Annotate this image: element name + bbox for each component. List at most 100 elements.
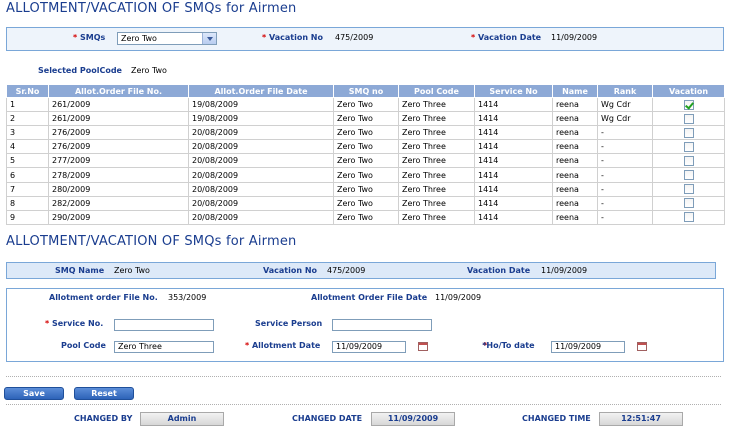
vacation-cell	[652, 111, 725, 127]
name-cell: reena	[552, 125, 598, 141]
col-file-date: Allot.Order File Date	[188, 84, 334, 98]
allotment-file-no-label: Allotment order File No.	[49, 293, 158, 302]
service-no-cell: 1414	[474, 96, 553, 113]
table-row: 8 282/2009 20/08/2009 Zero Two Zero Three 141…	[6, 195, 725, 211]
allotment-panel: Allotment order File No. 353/2009 Allotm…	[6, 288, 724, 362]
vacation-checkbox[interactable]	[683, 155, 694, 166]
service-no-cell: 1414	[474, 125, 553, 141]
calendar-icon[interactable]	[637, 342, 647, 351]
allotment-table: Sr.No Allot.Order File No. Allot.Order F…	[6, 84, 725, 225]
file-date-cell: 20/08/2009	[188, 167, 334, 183]
file-date-cell: 19/08/2009	[188, 96, 334, 113]
name-cell: reena	[552, 153, 598, 169]
name-cell: reena	[552, 209, 598, 225]
table-row: 1 261/2009 19/08/2009 Zero Two Zero Three 141…	[6, 96, 725, 113]
vacation-checkbox-checked[interactable]	[683, 99, 694, 110]
summary-vacation-date-label: Vacation Date	[467, 266, 531, 275]
file-date-cell: 20/08/2009	[188, 195, 334, 211]
allotment-file-date-label: Allotment Order File Date	[311, 293, 428, 302]
file-no-cell: 280/2009	[48, 181, 189, 197]
file-date-cell: 20/08/2009	[188, 181, 334, 197]
sr-no-cell: 6	[6, 167, 49, 183]
pool-code-cell: Zero Three	[398, 96, 475, 113]
name-cell: reena	[552, 167, 598, 183]
rank-cell: -	[597, 125, 653, 141]
ho-to-date-label: **Ho/To date	[482, 341, 535, 350]
selected-poolcode-label: Selected PoolCode	[38, 66, 122, 75]
col-service-no: Service No	[474, 84, 553, 98]
allotment-date-input[interactable]: 11/09/2009	[332, 341, 406, 353]
service-no-cell: 1414	[474, 209, 553, 225]
summary-vacation-no-value: 475/2009	[327, 266, 366, 275]
pool-code-cell: Zero Three	[398, 125, 475, 141]
file-no-cell: 261/2009	[48, 111, 189, 127]
service-person-input[interactable]	[332, 319, 432, 331]
smq-no-cell: Zero Two	[333, 125, 399, 141]
pool-code-cell: Zero Three	[398, 167, 475, 183]
divider	[6, 376, 721, 377]
pool-code-label: Pool Code	[61, 341, 106, 350]
vacation-date-label: * Vacation Date	[471, 33, 542, 42]
sr-no-cell: 2	[6, 111, 49, 127]
rank-cell: -	[597, 209, 653, 225]
smqs-label: * SMQs	[73, 33, 106, 42]
smq-name-value: Zero Two	[114, 266, 150, 275]
table-row: 7 280/2009 20/08/2009 Zero Two Zero Three 141…	[6, 181, 725, 197]
vacation-no-value: 475/2009	[335, 33, 374, 42]
sr-no-cell: 7	[6, 181, 49, 197]
vacation-cell	[652, 139, 725, 155]
selected-poolcode-value: Zero Two	[131, 66, 167, 75]
vacation-checkbox[interactable]	[683, 212, 694, 223]
pool-code-cell: Zero Three	[398, 181, 475, 197]
table-row: 4 276/2009 20/08/2009 Zero Two Zero Three 141…	[6, 139, 725, 155]
changed-by-label: CHANGED BY	[74, 414, 133, 423]
changed-time-label: CHANGED TIME	[522, 414, 591, 423]
changed-by-value: Admin	[140, 412, 224, 426]
rank-cell: -	[597, 195, 653, 211]
ho-to-date-input[interactable]: 11/09/2009	[551, 341, 625, 353]
vacation-date-value: 11/09/2009	[551, 33, 598, 42]
filter-panel: * SMQs Zero Two * Vacation No 475/2009 *…	[6, 27, 724, 51]
smq-no-cell: Zero Two	[333, 167, 399, 183]
vacation-checkbox[interactable]	[683, 127, 694, 138]
rank-cell: -	[597, 139, 653, 155]
reset-button[interactable]: Reset	[74, 387, 134, 400]
smqs-select[interactable]: Zero Two	[117, 32, 217, 45]
vacation-checkbox[interactable]	[683, 170, 694, 181]
file-no-cell: 278/2009	[48, 167, 189, 183]
sr-no-cell: 1	[6, 96, 49, 113]
table-row: 3 276/2009 20/08/2009 Zero Two Zero Three 141…	[6, 125, 725, 141]
vacation-cell	[652, 181, 725, 197]
table-row: 9 290/2009 20/08/2009 Zero Two Zero Three 141…	[6, 209, 725, 225]
vacation-cell	[652, 96, 725, 113]
smq-no-cell: Zero Two	[333, 209, 399, 225]
calendar-icon[interactable]	[418, 342, 428, 351]
rank-cell: Wg Cdr	[597, 111, 653, 127]
save-button[interactable]: Save	[4, 387, 64, 400]
vacation-checkbox[interactable]	[683, 184, 694, 195]
table-row: 5 277/2009 20/08/2009 Zero Two Zero Three 141…	[6, 153, 725, 169]
pool-code-cell: Zero Three	[398, 111, 475, 127]
pool-code-cell: Zero Three	[398, 209, 475, 225]
dropdown-arrow-icon[interactable]	[202, 33, 216, 44]
vacation-checkbox[interactable]	[683, 198, 694, 209]
vacation-checkbox[interactable]	[683, 113, 694, 124]
allotment-date-label: * Allotment Date	[245, 341, 321, 350]
changed-date-label: CHANGED DATE	[292, 414, 363, 423]
summary-vacation-date-value: 11/09/2009	[541, 266, 588, 275]
smq-no-cell: Zero Two	[333, 111, 399, 127]
allotment-file-date-value: 11/09/2009	[435, 293, 482, 302]
name-cell: reena	[552, 181, 598, 197]
pool-code-cell: Zero Three	[398, 153, 475, 169]
vacation-cell	[652, 195, 725, 211]
table-row: 6 278/2009 20/08/2009 Zero Two Zero Three 141…	[6, 167, 725, 183]
sr-no-cell: 4	[6, 139, 49, 155]
rank-cell: Wg Cdr	[597, 96, 653, 113]
pool-code-input[interactable]: Zero Three	[114, 341, 214, 353]
summary-panel: SMQ Name Zero Two Vacation No 475/2009 V…	[6, 262, 716, 279]
file-date-cell: 20/08/2009	[188, 125, 334, 141]
vacation-checkbox[interactable]	[683, 141, 694, 152]
pool-code-cell: Zero Three	[398, 139, 475, 155]
service-no-input[interactable]	[114, 319, 214, 331]
service-no-cell: 1414	[474, 167, 553, 183]
